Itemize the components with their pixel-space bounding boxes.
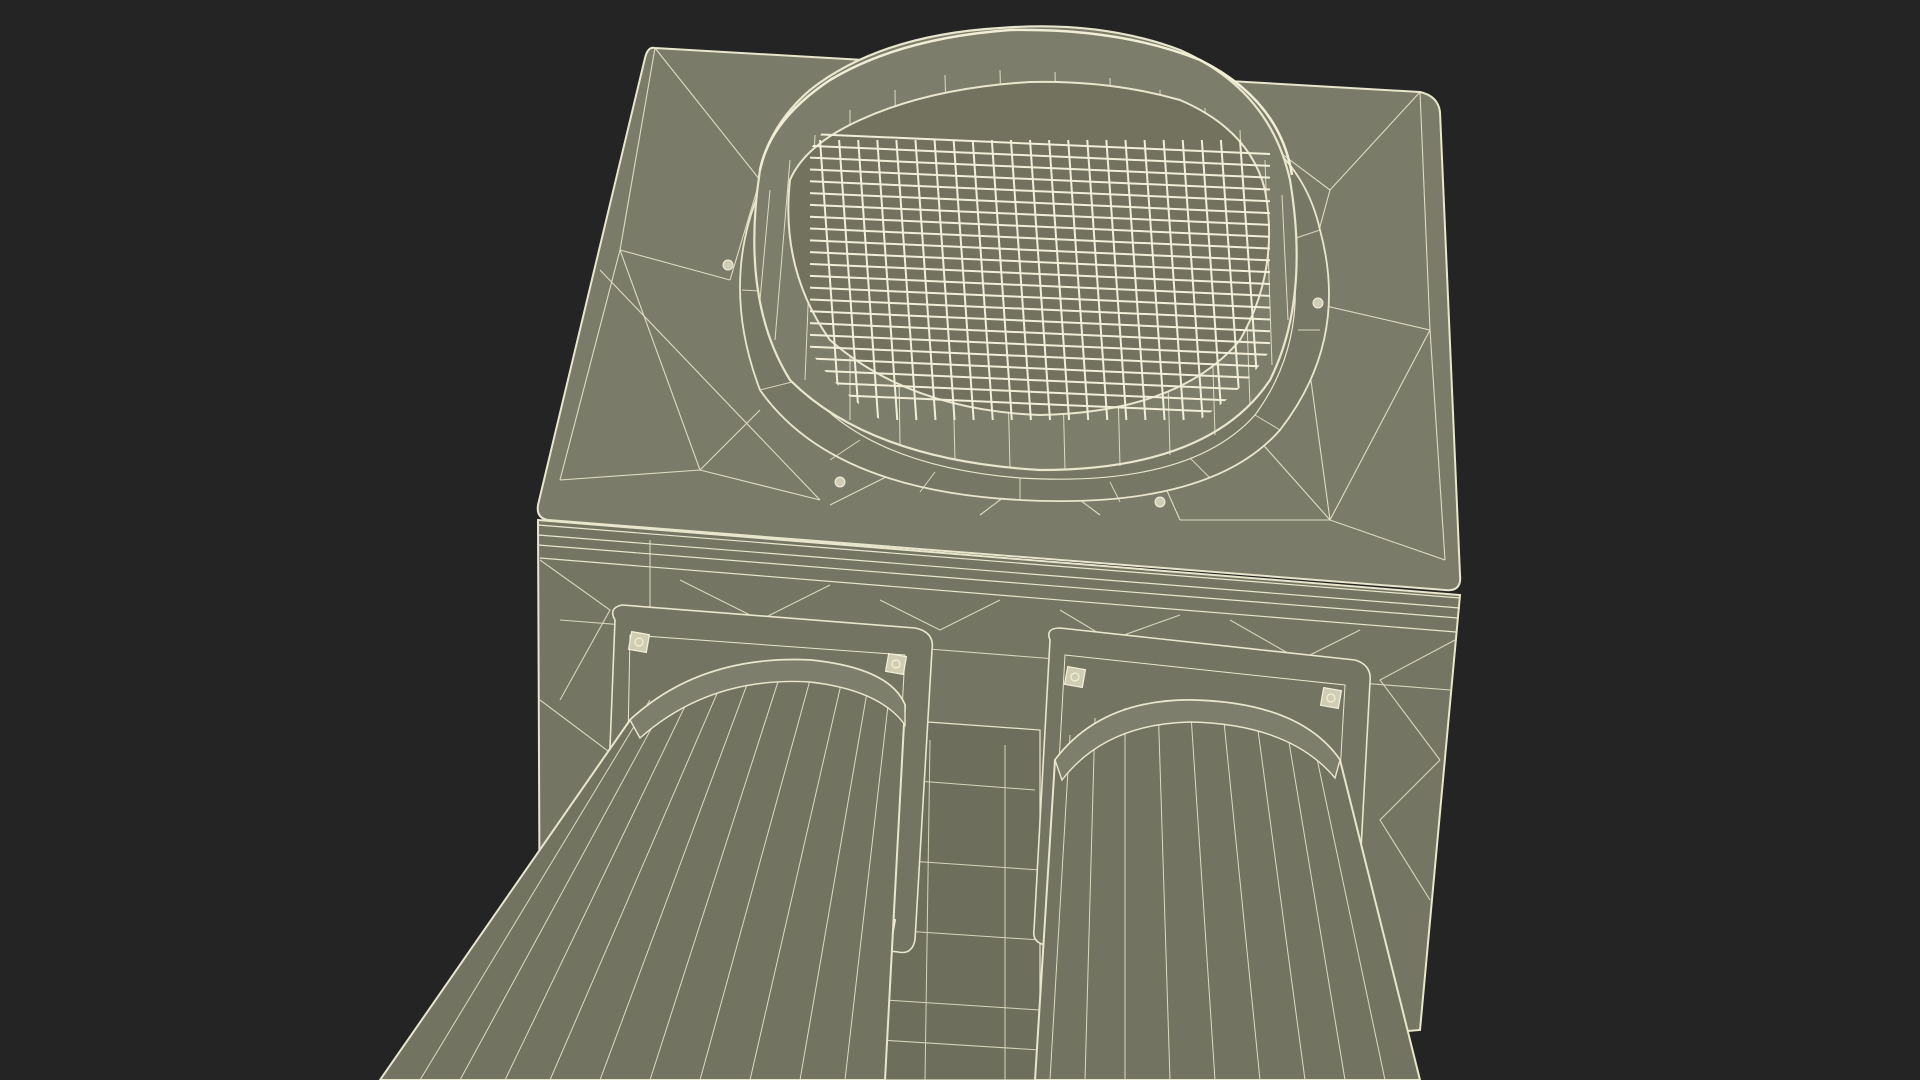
bolt	[1319, 686, 1343, 710]
screw	[1154, 496, 1166, 508]
bolt	[1063, 665, 1087, 689]
screw	[1312, 297, 1324, 309]
screw	[722, 259, 734, 271]
viewport	[0, 0, 1920, 1080]
bolt	[627, 630, 651, 654]
screw	[834, 476, 846, 488]
wireframe-scene	[378, 25, 1462, 1080]
bolt	[884, 652, 908, 676]
